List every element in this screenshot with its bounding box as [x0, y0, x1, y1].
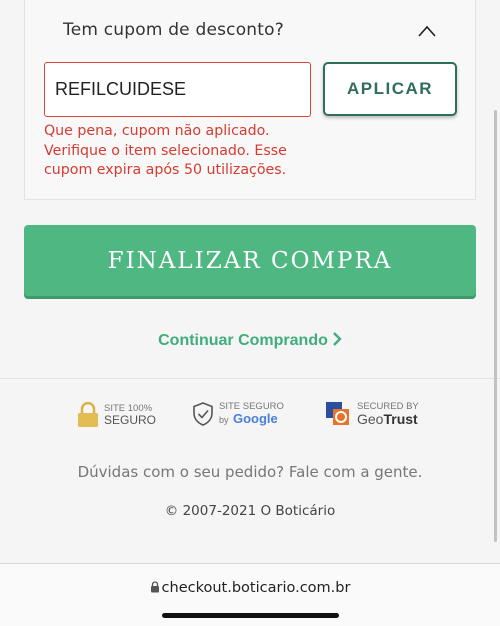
geotrust-brand-trust: Trust [383, 411, 418, 427]
home-indicator[interactable] [162, 613, 339, 618]
continue-shopping-label: Continuar Comprando [158, 332, 328, 349]
geotrust-seal: SECURED BY GeoTrust [325, 401, 419, 427]
footer-divider [0, 378, 500, 379]
chevron-right-icon [333, 332, 342, 346]
finalize-purchase-button[interactable]: FINALIZAR COMPRA [24, 225, 476, 296]
copyright-text: © 2007-2021 O Boticário [164, 503, 336, 519]
coupon-panel: Tem cupom de desconto? APLICAR Que pena,… [24, 0, 476, 200]
site-secure-line2: SEGURO [104, 413, 157, 427]
apply-coupon-button[interactable]: APLICAR [323, 62, 457, 116]
coupon-error-line: cupom expira após 50 utilizações. [44, 162, 287, 178]
lock-icon [78, 402, 98, 427]
coupon-error-line: Que pena, cupom não aplicado. [44, 123, 270, 139]
url-text: checkout.boticario.com.br [161, 580, 351, 596]
continue-shopping-link[interactable]: Continuar Comprando [0, 331, 500, 350]
geotrust-brand-row: GeoTrust [357, 412, 419, 427]
coupon-error-message: Que pena, cupom não aplicado. Verifique … [44, 122, 304, 181]
lock-icon [150, 581, 159, 593]
geotrust-logo-icon [326, 402, 349, 425]
coupon-error-line: Verifique o item selecionado. Esse [44, 142, 287, 159]
url-display[interactable]: checkout.boticario.com.br [0, 580, 500, 596]
shield-check-icon [193, 402, 213, 426]
help-contact-text[interactable]: Dúvidas com o seu pedido? Fale com a gen… [0, 463, 500, 481]
google-secure-seal: SITE SEGURO by Google [192, 401, 284, 427]
browser-url-bar[interactable]: checkout.boticario.com.br [0, 563, 500, 626]
coupon-code-input[interactable] [44, 62, 311, 117]
coupon-header-label[interactable]: Tem cupom de desconto? [63, 20, 284, 40]
chevron-up-icon[interactable] [417, 24, 437, 38]
site-secure-seal: SITE 100% SEGURO [77, 402, 156, 428]
scrollbar[interactable] [494, 110, 497, 542]
google-seal-by: by [219, 415, 229, 425]
google-seal-brand-row: by Google [219, 412, 284, 427]
google-brand: Google [232, 411, 278, 426]
geotrust-brand-geo: Geo [357, 411, 384, 427]
